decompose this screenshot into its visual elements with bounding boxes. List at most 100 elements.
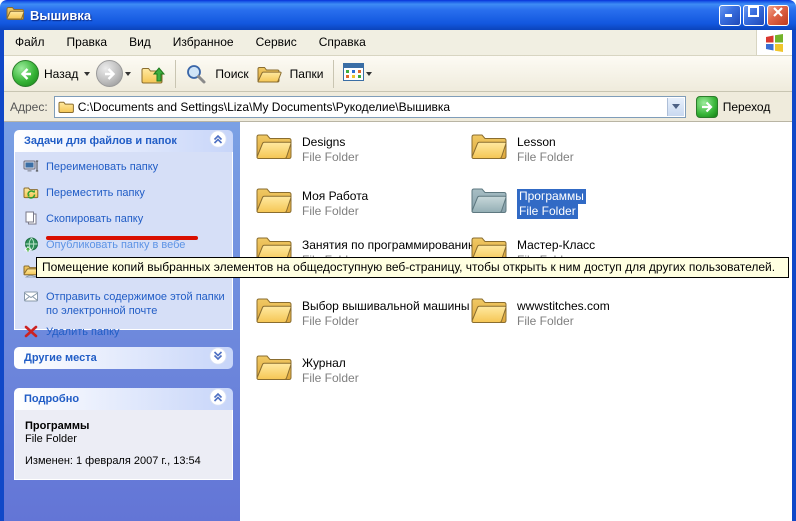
address-label: Адрес: [10, 100, 48, 114]
task-move-folder[interactable]: Переместить папку [23, 186, 228, 205]
views-dropdown-icon[interactable] [366, 72, 372, 76]
folder-name: Выбор вышивальной машины [302, 299, 470, 314]
publish-web-icon [23, 237, 41, 257]
other-places-title: Другие места [24, 352, 97, 364]
windows-logo-icon [756, 30, 792, 55]
close-button[interactable] [767, 5, 789, 26]
folder-tile-wwwstitches[interactable]: wwwstitches.comFile Folder [470, 294, 680, 338]
rename-icon [23, 159, 41, 179]
folder-type: File Folder [302, 204, 359, 219]
file-tasks-body: Переименовать папку Переместить папку Ск… [14, 152, 233, 330]
task-label: Удалить папку [46, 325, 120, 339]
views-button[interactable] [340, 59, 381, 88]
maximize-button[interactable] [743, 5, 765, 26]
folder-name: Журнал [302, 356, 346, 371]
task-label: Переименовать папку [46, 160, 158, 174]
copy-icon [23, 211, 41, 231]
collapse-chevron-icon[interactable] [209, 130, 227, 153]
folder-name: Программы [517, 189, 586, 204]
go-button[interactable]: Переход [696, 96, 771, 118]
folders-button[interactable]: Папки [253, 63, 328, 85]
folder-icon[interactable] [255, 294, 295, 338]
task-rename-folder[interactable]: Переименовать папку [23, 160, 228, 179]
other-places-header[interactable]: Другие места [14, 347, 233, 369]
title-bar[interactable]: Вышивка [0, 0, 796, 30]
search-button[interactable]: Поиск [182, 63, 252, 85]
address-path: C:\Documents and Settings\Liza\My Docume… [78, 100, 450, 114]
task-delete-folder[interactable]: Удалить папку [23, 325, 228, 344]
toolbar-separator [333, 60, 334, 88]
folder-icon[interactable] [470, 294, 510, 338]
folders-icon [256, 63, 282, 85]
folder-name: Мастер-Класс [517, 238, 595, 253]
menu-tools[interactable]: Сервис [245, 30, 308, 55]
folder-tile-lesson[interactable]: LessonFile Folder [470, 130, 680, 174]
details-header[interactable]: Подробно [14, 388, 233, 410]
details-item-name: Программы [25, 420, 224, 432]
collapse-chevron-icon[interactable] [209, 388, 227, 411]
task-label: Отправить содержимое этой папки по элект… [46, 290, 228, 318]
folder-tile-vybor-mashiny[interactable]: Выбор вышивальной машиныFile Folder [255, 294, 465, 338]
details-item-type: File Folder [25, 433, 224, 445]
minimize-button[interactable] [719, 5, 741, 26]
back-button[interactable]: Назад [12, 60, 96, 87]
toolbar-separator [175, 60, 176, 88]
chevron-down-icon [672, 104, 680, 109]
address-input[interactable]: C:\Documents and Settings\Liza\My Docume… [54, 96, 686, 118]
menu-file[interactable]: Файл [4, 30, 56, 55]
folder-tile-zhurnal[interactable]: ЖурналFile Folder [255, 351, 465, 395]
folder-icon[interactable] [255, 351, 295, 395]
folder-icon[interactable] [255, 184, 295, 228]
menu-bar: Файл Правка Вид Избранное Сервис Справка [4, 30, 792, 56]
window-title: Вышивка [30, 8, 91, 23]
menu-edit[interactable]: Правка [56, 30, 119, 55]
folder-icon[interactable] [255, 130, 295, 174]
task-publish-folder-web[interactable]: Опубликовать папку в вебе [23, 238, 228, 257]
folder-type: File Folder [302, 314, 359, 329]
search-label: Поиск [215, 67, 248, 81]
move-icon [23, 185, 41, 205]
file-tasks-panel: Задачи для файлов и папок Переименовать … [14, 130, 233, 330]
email-icon [23, 289, 41, 309]
menu-view[interactable]: Вид [118, 30, 162, 55]
folder-type: File Folder [517, 314, 574, 329]
task-label: Переместить папку [46, 186, 145, 200]
folder-tile-programmy-selected[interactable]: ПрограммыFile Folder [470, 184, 680, 228]
forward-dropdown-icon[interactable] [125, 72, 131, 76]
folder-icon-selected[interactable] [470, 184, 510, 228]
menu-favorites[interactable]: Избранное [162, 30, 245, 55]
folder-type: File Folder [517, 204, 578, 219]
up-button[interactable] [140, 62, 166, 86]
file-tasks-title: Задачи для файлов и папок [24, 135, 177, 147]
back-icon [12, 60, 39, 87]
folder-tile-moya-rabota[interactable]: Моя РаботаFile Folder [255, 184, 465, 228]
folder-type: File Folder [302, 371, 359, 386]
address-dropdown-button[interactable] [667, 98, 684, 116]
folder-name: Занятия по программированию [302, 238, 477, 253]
go-label: Переход [723, 100, 771, 114]
red-underline-annotation [46, 236, 198, 240]
explorer-window: Вышивка Файл Правка Вид Избранное Сервис… [0, 0, 796, 521]
folder-type: File Folder [517, 150, 574, 165]
folder-name: Моя Работа [302, 189, 368, 204]
window-border-right [792, 30, 796, 521]
folder-icon[interactable] [470, 130, 510, 174]
task-copy-folder[interactable]: Скопировать папку [23, 212, 228, 231]
task-pane-sidebar: Задачи для файлов и папок Переименовать … [4, 122, 240, 521]
forward-button[interactable] [96, 60, 137, 87]
other-places-panel: Другие места [14, 347, 233, 369]
folder-view[interactable]: DesignsFile Folder LessonFile Folder Моя… [240, 122, 792, 521]
details-item-modified: Изменен: 1 февраля 2007 г., 13:54 [25, 455, 224, 467]
file-tasks-header[interactable]: Задачи для файлов и папок [14, 130, 233, 152]
expand-chevron-icon[interactable] [209, 347, 227, 370]
content-area: Задачи для файлов и папок Переименовать … [4, 122, 792, 521]
folder-tile-designs[interactable]: DesignsFile Folder [255, 130, 465, 174]
details-title: Подробно [24, 393, 79, 405]
address-bar: Адрес: C:\Documents and Settings\Liza\My… [4, 92, 792, 122]
task-email-folder[interactable]: Отправить содержимое этой папки по элект… [23, 290, 228, 318]
views-icon [343, 63, 364, 84]
back-dropdown-icon[interactable] [84, 72, 90, 76]
menu-help[interactable]: Справка [308, 30, 377, 55]
folder-name: wwwstitches.com [517, 299, 610, 314]
folder-name: Designs [302, 135, 345, 150]
